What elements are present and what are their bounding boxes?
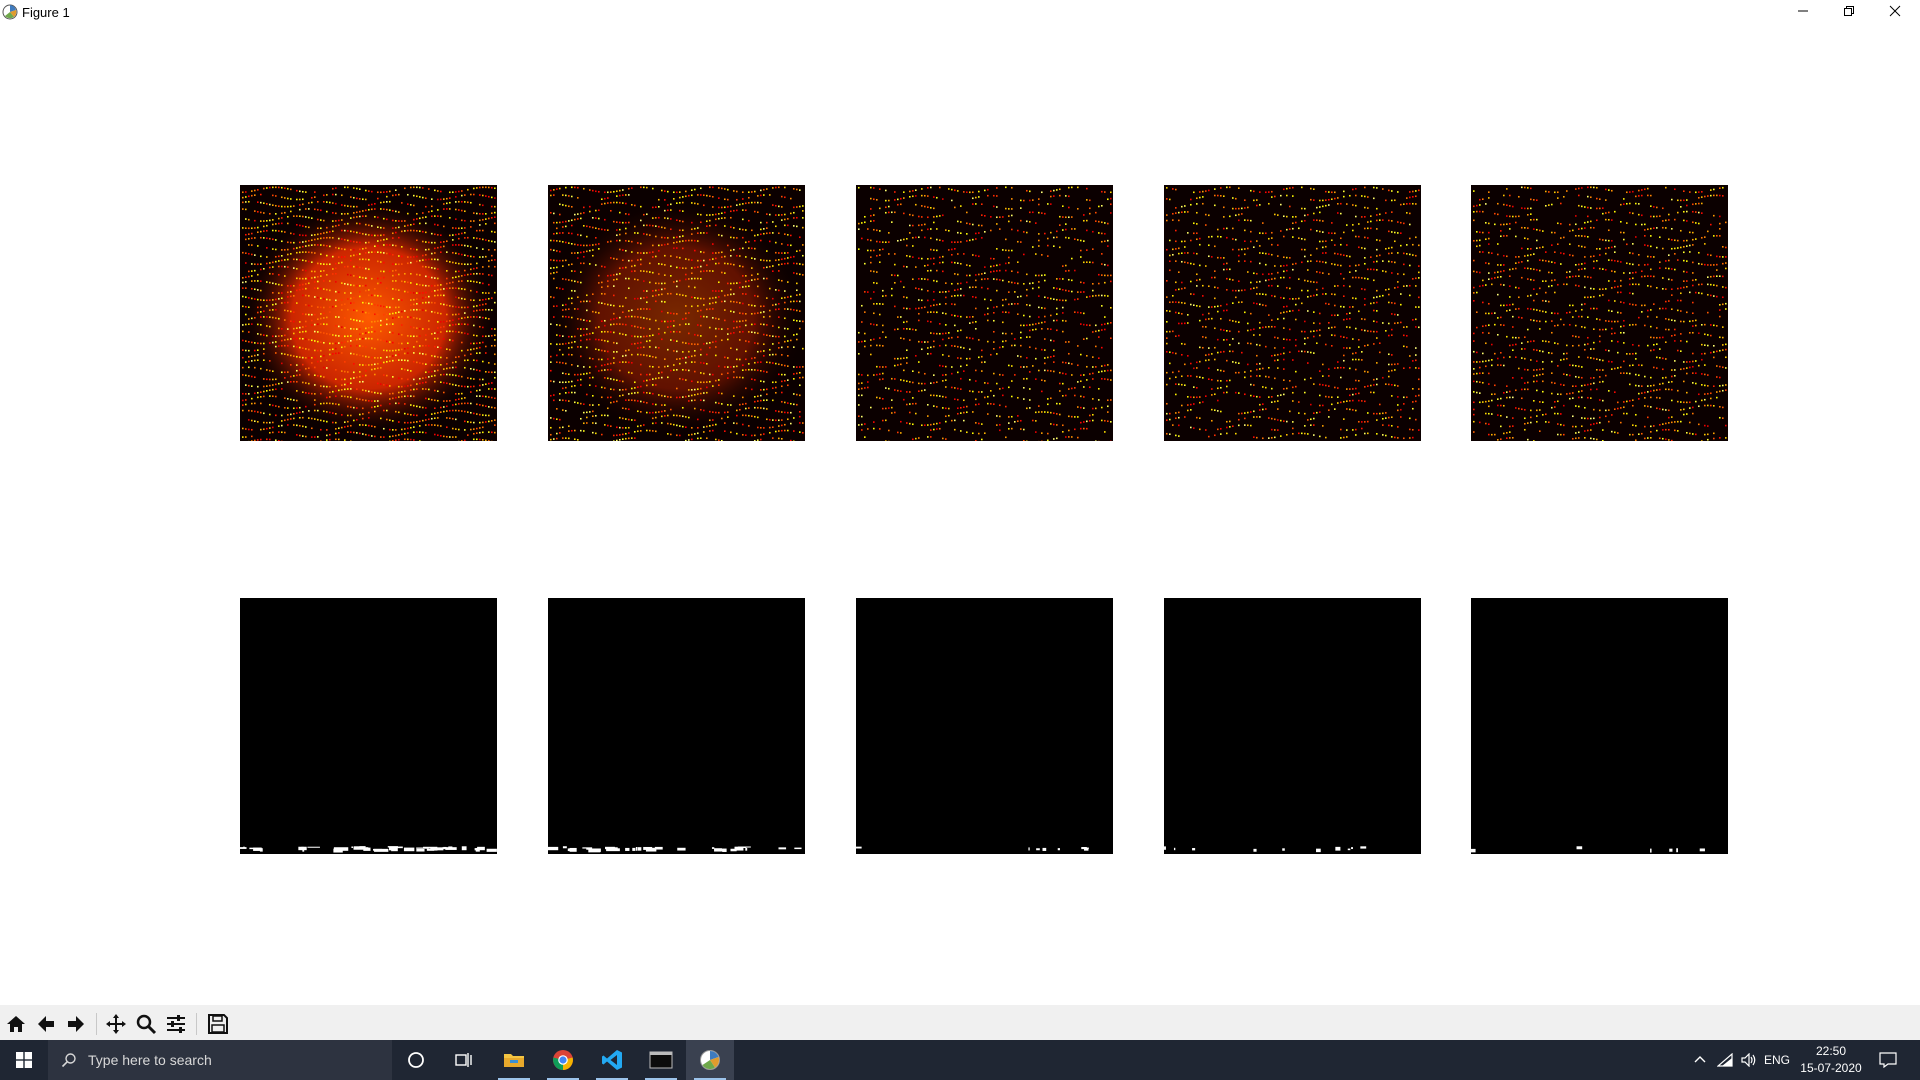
- mask-image: [1471, 598, 1728, 854]
- chrome-icon: [553, 1050, 573, 1070]
- minimize-icon: [1798, 10, 1808, 12]
- file-explorer-button[interactable]: [490, 1040, 538, 1080]
- action-center-button[interactable]: [1868, 1040, 1908, 1080]
- clock-date: 15-07-2020: [1800, 1061, 1862, 1075]
- subplot-2-2: [548, 598, 805, 854]
- network-button[interactable]: [1714, 1040, 1736, 1080]
- configure-subplots-button[interactable]: [163, 1011, 189, 1037]
- vscode-button[interactable]: [588, 1040, 636, 1080]
- terminal-icon: [649, 1051, 673, 1069]
- window-title-bar[interactable]: Figure 1: [0, 0, 1920, 25]
- pan-icon: [106, 1014, 126, 1034]
- subplot-2-1: [240, 598, 497, 854]
- volume-button[interactable]: [1738, 1040, 1760, 1080]
- home-button[interactable]: [3, 1011, 29, 1037]
- mask-image: [548, 598, 805, 854]
- arrow-left-icon: [38, 1016, 54, 1032]
- subplot-1-5: [1471, 185, 1728, 441]
- cortana-button[interactable]: [392, 1040, 440, 1080]
- close-icon: [1889, 5, 1901, 17]
- mask-image: [856, 598, 1113, 854]
- save-icon: [208, 1014, 228, 1034]
- heatmap-image: [548, 185, 805, 441]
- volume-icon: [1741, 1053, 1756, 1067]
- figure-canvas[interactable]: [0, 25, 1920, 1005]
- back-button[interactable]: [33, 1011, 59, 1037]
- heatmap-image: [1471, 185, 1728, 441]
- terminal-button[interactable]: [637, 1040, 685, 1080]
- mask-image: [1164, 598, 1421, 854]
- restore-icon: [1844, 6, 1854, 16]
- heatmap-image: [1164, 185, 1421, 441]
- heatmap-image: [856, 185, 1113, 441]
- pan-button[interactable]: [103, 1011, 129, 1037]
- window-title: Figure 1: [22, 5, 70, 20]
- start-button[interactable]: [0, 1040, 48, 1080]
- matplotlib-figure-button[interactable]: [686, 1040, 734, 1080]
- forward-button[interactable]: [63, 1011, 89, 1037]
- toolbar-separator: [196, 1013, 197, 1035]
- input-language-label: ENG: [1763, 1053, 1790, 1067]
- chevron-up-icon: [1694, 1056, 1706, 1063]
- navigation-toolbar: [0, 1005, 1920, 1040]
- arrow-right-icon: [68, 1016, 84, 1032]
- taskbar-search-box[interactable]: Type here to search: [48, 1040, 392, 1080]
- matplotlib-icon: [700, 1050, 720, 1070]
- vscode-icon: [602, 1050, 622, 1070]
- clock-time: 22:50: [1815, 1044, 1847, 1058]
- subplot-2-3: [856, 598, 1113, 854]
- minimize-button[interactable]: [1780, 0, 1826, 22]
- toolbar-separator: [96, 1013, 97, 1035]
- close-button[interactable]: [1872, 0, 1918, 22]
- zoom-icon: [136, 1014, 157, 1035]
- search-icon: [61, 1053, 76, 1068]
- cortana-icon: [408, 1052, 424, 1068]
- task-view-button[interactable]: [440, 1040, 488, 1080]
- matplotlib-icon: [2, 4, 18, 20]
- network-icon: [1717, 1053, 1733, 1067]
- search-placeholder: Type here to search: [88, 1052, 212, 1068]
- subplot-2-4: [1164, 598, 1421, 854]
- taskbar-clock[interactable]: 22:50 15-07-2020: [1790, 1043, 1872, 1077]
- subplot-1-2: [548, 185, 805, 441]
- heatmap-image: [240, 185, 497, 441]
- windows-logo-icon: [16, 1052, 32, 1068]
- input-language-button[interactable]: ENG: [1762, 1040, 1792, 1080]
- save-button[interactable]: [205, 1011, 231, 1037]
- windows-taskbar: Type here to search ENG 22:50 15-07-2020: [0, 1040, 1920, 1080]
- mask-image: [240, 598, 497, 854]
- subplot-1-1: [240, 185, 497, 441]
- folder-icon: [504, 1054, 524, 1067]
- subplot-1-4: [1164, 185, 1421, 441]
- subplot-1-3: [856, 185, 1113, 441]
- show-hidden-icons-button[interactable]: [1688, 1040, 1712, 1080]
- home-icon: [7, 1016, 25, 1032]
- chrome-button[interactable]: [539, 1040, 587, 1080]
- task-view-icon: [455, 1053, 472, 1067]
- sliders-icon: [167, 1015, 185, 1033]
- subplot-2-5: [1471, 598, 1728, 854]
- zoom-button[interactable]: [133, 1011, 159, 1037]
- restore-button[interactable]: [1826, 0, 1872, 22]
- notification-icon: [1879, 1052, 1897, 1068]
